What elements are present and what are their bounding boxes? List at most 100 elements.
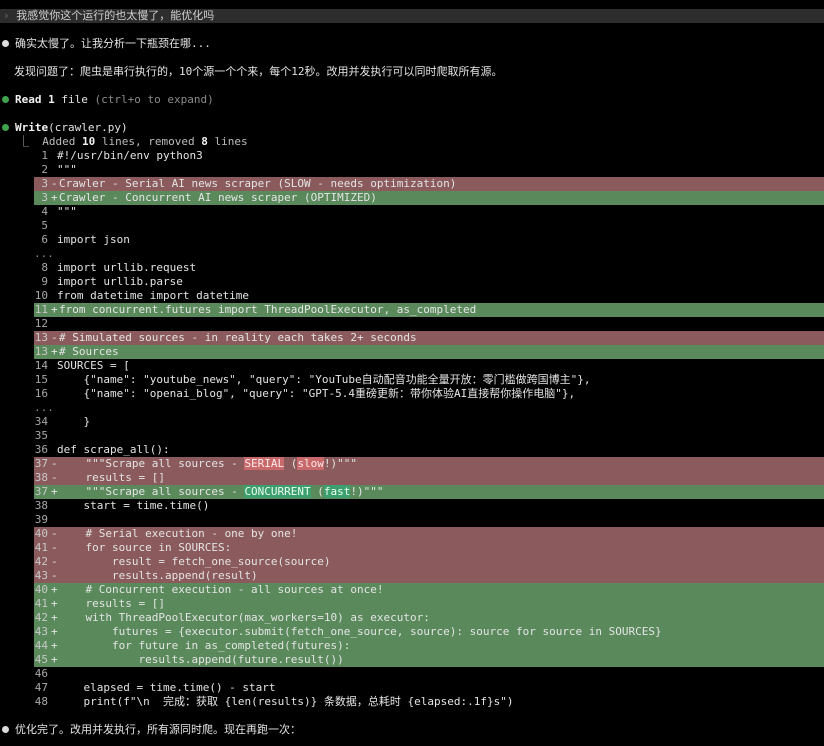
code-segment: {"name": "youtube_news", "query": "YouTu… bbox=[57, 373, 591, 386]
diff-sign: - bbox=[51, 457, 58, 470]
diff-line-context: 16 {"name": "openai_blog", "query": "GPT… bbox=[0, 387, 824, 401]
code-text: import urllib.request bbox=[57, 261, 196, 274]
diff-line-context: 8 import urllib.request bbox=[0, 261, 824, 275]
diff-line-context: 47 elapsed = time.time() - start bbox=[0, 681, 824, 695]
diff-line-context: 39 bbox=[0, 513, 824, 527]
code-segment: Crawler - Concurrent AI news scraper (OP… bbox=[59, 191, 377, 204]
diff-line-added: 40 + # Concurrent execution - all sources… bbox=[34, 583, 824, 597]
code-segment: # Sources bbox=[59, 345, 119, 358]
code-segment: results.append(future.result()) bbox=[59, 653, 344, 666]
code-text: print(f"\n 完成：获取 {len(results)} 条数据，总耗时 … bbox=[57, 695, 514, 708]
code-text: elapsed = time.time() - start bbox=[57, 681, 276, 694]
line-number: 41 bbox=[34, 597, 48, 610]
line-number: 1 bbox=[41, 149, 48, 162]
line-number: 39 bbox=[34, 513, 48, 526]
code-text: """Scrape all sources - SERIAL (slow!)""… bbox=[59, 457, 357, 470]
line-number: 3 bbox=[41, 177, 48, 190]
read-tool-name: Read bbox=[15, 93, 42, 106]
diff-line-context: 35 bbox=[0, 429, 824, 443]
diff-line-added: 3 +Crawler - Concurrent AI news scraper (… bbox=[34, 191, 824, 205]
diff-line-context: 48 print(f"\n 完成：获取 {len(results)} 条数据，总… bbox=[0, 695, 824, 709]
diff-line-added: 11 +from concurrent.futures import Thread… bbox=[34, 303, 824, 317]
code-segment: for source in SOURCES: bbox=[59, 541, 232, 554]
diff-line-added: 45 + results.append(future.result()) bbox=[34, 653, 824, 667]
diff-line-context: 38 start = time.time() bbox=[0, 499, 824, 513]
code-text: results = [] bbox=[59, 597, 165, 610]
diff-sign: + bbox=[51, 191, 58, 204]
code-segment: results = [] bbox=[59, 597, 165, 610]
diff-ellipsis: ... bbox=[34, 247, 54, 260]
code-segment: !)""" bbox=[350, 485, 384, 498]
diff-line-context: 2 """ bbox=[0, 163, 824, 177]
assistant-outro-text: 优化完了。改用并发执行，所有源同时爬。现在再跑一次： bbox=[15, 723, 301, 736]
code-segment: result = fetch_one_source(source) bbox=[59, 555, 331, 568]
read-tool-call[interactable]: Read 1 file (ctrl+o to expand) bbox=[0, 93, 824, 107]
code-segment: # Concurrent execution - all sources at … bbox=[59, 583, 384, 596]
removed-count: 8 bbox=[201, 135, 208, 148]
code-text: """ bbox=[57, 163, 77, 176]
code-text: } bbox=[57, 415, 90, 428]
code-text: from concurrent.futures import ThreadPoo… bbox=[59, 303, 476, 316]
line-number: 40 bbox=[34, 527, 48, 540]
code-segment: import json bbox=[57, 233, 130, 246]
diff-sign: + bbox=[51, 639, 58, 652]
code-segment: } bbox=[57, 415, 91, 428]
code-segment: """ bbox=[57, 205, 77, 218]
diff-line-context: 10 from datetime import datetime bbox=[0, 289, 824, 303]
diff-line-context: 12 bbox=[0, 317, 824, 331]
code-segment: # Serial execution - one by one! bbox=[59, 527, 298, 540]
diff-line-context: 34 } bbox=[0, 415, 824, 429]
code-text: # Concurrent execution - all sources at … bbox=[59, 583, 384, 596]
write-tool-call[interactable]: Write(crawler.py) bbox=[0, 121, 824, 135]
code-text: with ThreadPoolExecutor(max_workers=10) … bbox=[59, 611, 430, 624]
diff-sign: - bbox=[51, 541, 58, 554]
code-text: {"name": "openai_blog", "query": "GPT-5.… bbox=[57, 387, 575, 400]
diff-line-context: 6 import json bbox=[0, 233, 824, 247]
code-segment: Crawler - Serial AI news scraper (SLOW -… bbox=[59, 177, 457, 190]
user-prompt: › 我感觉你这个运行的也太慢了，能优化吗 bbox=[0, 9, 824, 23]
code-segment: start = time.time() bbox=[57, 499, 210, 512]
code-text: results.append(result) bbox=[59, 569, 258, 582]
diff-line-context: 46 bbox=[0, 667, 824, 681]
bullet-icon bbox=[2, 39, 9, 47]
code-text: def scrape_all(): bbox=[57, 443, 170, 456]
code-segment: def scrape_all(): bbox=[57, 443, 170, 456]
diff-sign: - bbox=[51, 555, 58, 568]
line-number: 43 bbox=[34, 625, 48, 638]
code-segment: print(f"\n 完成：获取 {len(results)} 条数据，总耗时 … bbox=[57, 695, 514, 708]
diff-sign: - bbox=[51, 331, 58, 344]
line-number: 36 bbox=[34, 443, 48, 456]
diff-sign: - bbox=[51, 569, 58, 582]
code-segment: with ThreadPoolExecutor(max_workers=10) … bbox=[59, 611, 430, 624]
diff-line-context: 36 def scrape_all(): bbox=[0, 443, 824, 457]
diff-line-added: 41 + results = [] bbox=[34, 597, 824, 611]
code-text: futures = {executor.submit(fetch_one_sou… bbox=[59, 625, 662, 638]
tool-status-icon bbox=[2, 123, 9, 131]
assistant-outro: 优化完了。改用并发执行，所有源同时爬。现在再跑一次： bbox=[0, 723, 824, 737]
diff-line-added: 44 + for future in as_completed(futures): bbox=[34, 639, 824, 653]
highlighted-token: slow bbox=[297, 457, 324, 470]
line-number: 42 bbox=[34, 555, 48, 568]
diff-line-context: 1 #!/usr/bin/env python3 bbox=[0, 149, 824, 163]
code-text: import urllib.parse bbox=[57, 275, 183, 288]
code-segment: """Scrape all sources - bbox=[59, 485, 245, 498]
diff-line-context: 15 {"name": "youtube_news", "query": "Yo… bbox=[0, 373, 824, 387]
diff-line-context: 5 bbox=[0, 219, 824, 233]
code-text: for source in SOURCES: bbox=[59, 541, 231, 554]
read-file-unit: file bbox=[61, 93, 88, 106]
line-number: 48 bbox=[34, 695, 48, 708]
diff-gap: ... bbox=[0, 247, 824, 261]
code-text: results.append(future.result()) bbox=[59, 653, 344, 666]
line-number: 35 bbox=[34, 429, 48, 442]
assistant-intro: 确实太慢了。让我分析一下瓶颈在哪... bbox=[0, 37, 824, 51]
summary-mid: lines, removed bbox=[95, 135, 202, 148]
line-number: 40 bbox=[34, 583, 48, 596]
bullet-icon bbox=[2, 725, 9, 733]
code-segment: import urllib.request bbox=[57, 261, 197, 274]
diff-line-removed: 38- results = [] bbox=[34, 471, 824, 485]
diff-line-removed: 40- # Serial execution - one by one! bbox=[34, 527, 824, 541]
line-number: 3 bbox=[41, 191, 48, 204]
code-segment: elapsed = time.time() - start bbox=[57, 681, 276, 694]
code-segment: """ bbox=[57, 163, 77, 176]
write-tool-arg: (crawler.py) bbox=[48, 121, 128, 134]
